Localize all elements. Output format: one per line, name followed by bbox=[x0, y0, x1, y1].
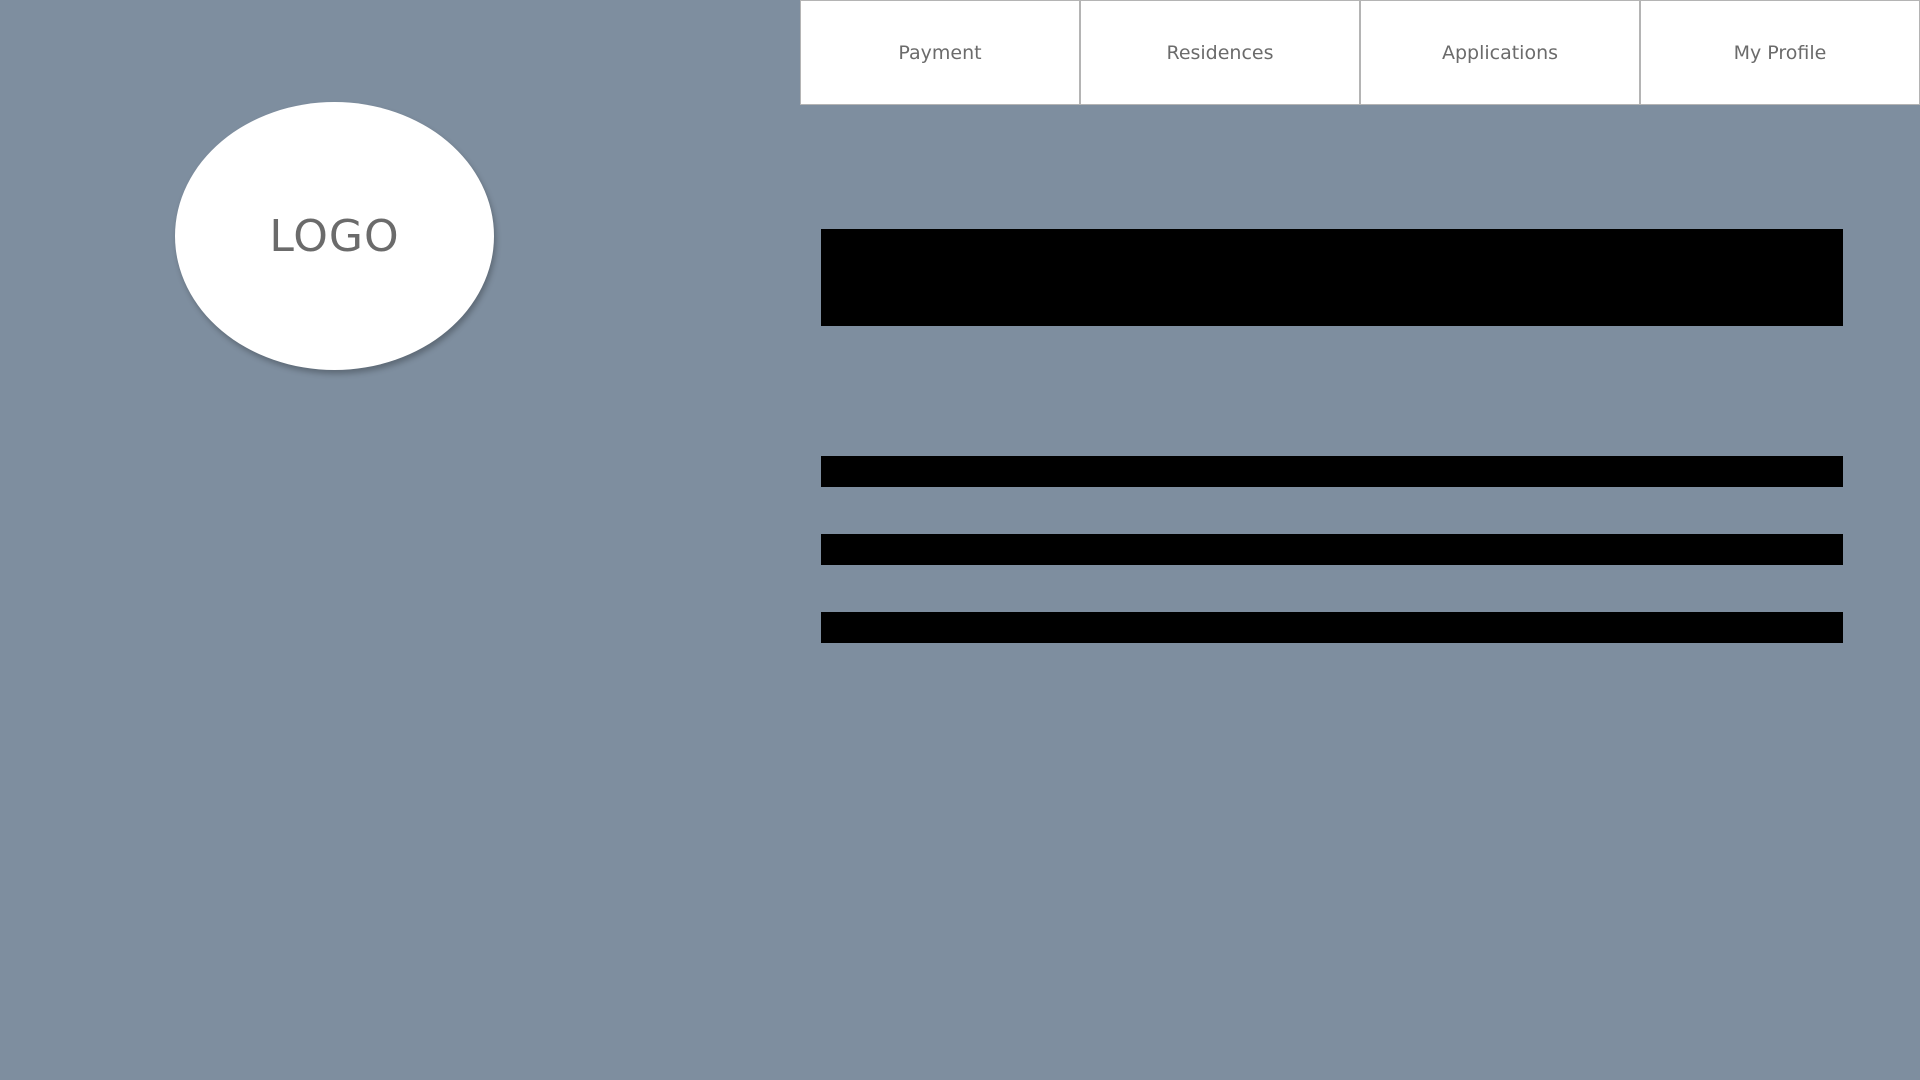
top-nav: Payment Residences Applications My Profi… bbox=[800, 0, 1920, 105]
redacted-text-line bbox=[821, 534, 1843, 565]
redacted-title-block bbox=[821, 229, 1843, 326]
nav-item-applications[interactable]: Applications bbox=[1360, 0, 1640, 105]
logo-text: LOGO bbox=[269, 210, 400, 262]
page: Payment Residences Applications My Profi… bbox=[0, 0, 1920, 1080]
nav-item-payment[interactable]: Payment bbox=[800, 0, 1080, 105]
logo[interactable]: LOGO bbox=[175, 102, 494, 370]
redacted-text-line bbox=[821, 456, 1843, 487]
nav-item-residences[interactable]: Residences bbox=[1080, 0, 1360, 105]
redacted-text-line bbox=[821, 612, 1843, 643]
nav-item-my-profile[interactable]: My Profile bbox=[1640, 0, 1920, 105]
